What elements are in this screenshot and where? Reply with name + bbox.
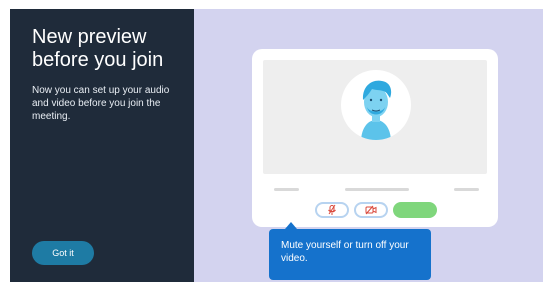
- avatar: [341, 70, 411, 140]
- preview-card: [252, 49, 498, 227]
- teaching-dialog: New preview before you join Now you can …: [10, 9, 543, 282]
- tooltip-text: Mute yourself or turn off your video.: [281, 240, 409, 264]
- illustration-panel: Mute yourself or turn off your video.: [194, 9, 543, 282]
- tooltip-arrow: [285, 222, 297, 229]
- join-button[interactable]: [393, 202, 437, 218]
- placeholder-line: [274, 188, 299, 191]
- intro-description: Now you can set up your audio and video …: [32, 85, 170, 122]
- camera-toggle[interactable]: [354, 202, 388, 218]
- got-it-button[interactable]: Got it: [32, 241, 94, 265]
- camera-off-icon: [365, 205, 377, 215]
- placeholder-line: [345, 188, 409, 191]
- tooltip: Mute yourself or turn off your video.: [269, 229, 431, 280]
- person-illustration-icon: [361, 80, 392, 140]
- video-preview: [263, 60, 487, 174]
- intro-panel: New preview before you join Now you can …: [10, 9, 194, 282]
- placeholder-line: [454, 188, 479, 191]
- mic-off-icon: [328, 204, 336, 215]
- intro-title: New preview before you join: [32, 26, 164, 71]
- mic-toggle[interactable]: [315, 202, 349, 218]
